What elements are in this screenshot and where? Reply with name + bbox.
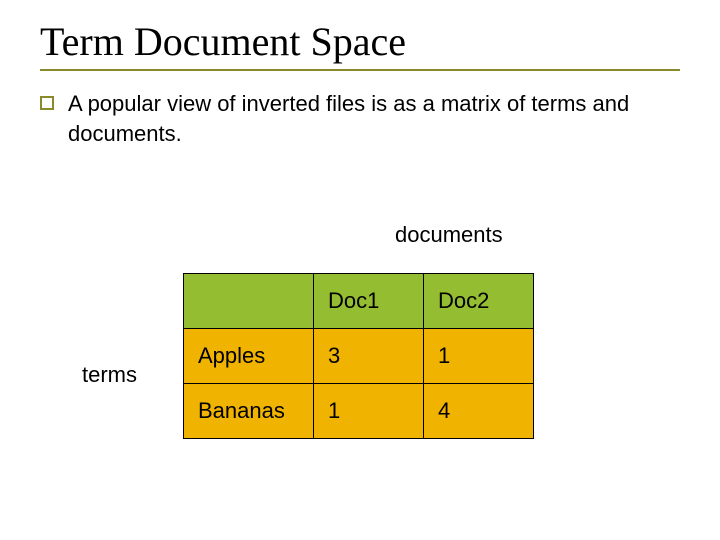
- slide: Term Document Space A popular view of in…: [0, 0, 720, 540]
- term-document-matrix: Doc1 Doc2 Apples 3 1 Bananas 1 4: [183, 273, 534, 439]
- table-row: Bananas 1 4: [184, 384, 534, 439]
- title-underline: [40, 69, 680, 71]
- data-cell: 3: [314, 329, 424, 384]
- data-cell: 1: [424, 329, 534, 384]
- header-blank-cell: [184, 274, 314, 329]
- terms-axis-label: terms: [82, 362, 137, 388]
- page-title: Term Document Space: [40, 18, 680, 65]
- bullet-item: A popular view of inverted files is as a…: [40, 89, 680, 148]
- row-header: Bananas: [184, 384, 314, 439]
- column-header: Doc2: [424, 274, 534, 329]
- data-cell: 4: [424, 384, 534, 439]
- bullet-text: A popular view of inverted files is as a…: [68, 89, 680, 148]
- data-cell: 1: [314, 384, 424, 439]
- row-header: Apples: [184, 329, 314, 384]
- table-row: Doc1 Doc2: [184, 274, 534, 329]
- documents-axis-label: documents: [395, 222, 503, 248]
- square-bullet-icon: [40, 96, 54, 110]
- table-row: Apples 3 1: [184, 329, 534, 384]
- column-header: Doc1: [314, 274, 424, 329]
